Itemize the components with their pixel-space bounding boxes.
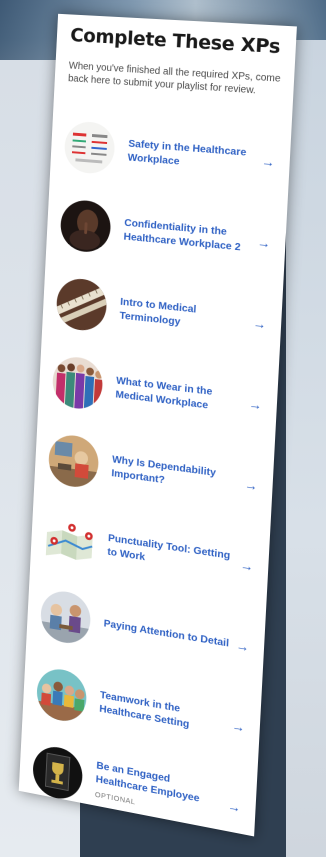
xp-list: Safety in the Healthcare Workplace → Con… <box>31 107 279 849</box>
map-pins-icon <box>44 510 96 568</box>
xp-title: Paying Attention to Detail <box>103 617 230 650</box>
instructions-text: When you've finished all the required XP… <box>67 60 281 97</box>
xp-title: Confidentiality in the Healthcare Workpl… <box>123 216 241 254</box>
xp-title: Why Is Dependability Important? <box>111 453 217 487</box>
safety-infographic-icon <box>63 120 116 176</box>
cartoon-classroom-icon <box>47 432 100 490</box>
medical-ruler-icon <box>55 276 108 333</box>
xp-title: Be an Engaged Healthcare Employee OPTION… <box>95 759 227 827</box>
page-title: Complete These XPs <box>69 24 281 59</box>
arrow-right-icon[interactable]: → <box>242 476 261 494</box>
arrow-right-icon[interactable]: → <box>225 797 244 816</box>
xp-title: Punctuality Tool: Getting to Work <box>107 532 231 564</box>
xp-panel: Complete These XPs When you've finished … <box>18 13 297 837</box>
arrow-right-icon[interactable]: → <box>233 637 252 655</box>
arrow-right-icon[interactable]: → <box>254 234 273 251</box>
cartoon-workers-icon <box>39 588 92 647</box>
background-right <box>286 40 326 857</box>
xp-title: Teamwork in the Healthcare Setting <box>99 689 190 731</box>
xp-title: Safety in the Healthcare Workplace <box>127 137 247 168</box>
xp-title: What to Wear in the Medical Workplace <box>115 374 213 412</box>
person-shush-icon <box>59 198 112 255</box>
xp-title: Intro to Medical Terminology <box>119 295 197 328</box>
arrow-right-icon[interactable]: → <box>246 395 265 413</box>
arrow-right-icon[interactable]: → <box>229 717 248 735</box>
arrow-right-icon[interactable]: → <box>250 315 269 332</box>
trophy-poster-icon <box>31 743 84 803</box>
arrow-right-icon[interactable]: → <box>259 153 278 170</box>
cartoon-team-icon <box>35 665 88 725</box>
arrow-right-icon[interactable]: → <box>237 556 256 574</box>
medical-team-icon <box>51 354 104 412</box>
